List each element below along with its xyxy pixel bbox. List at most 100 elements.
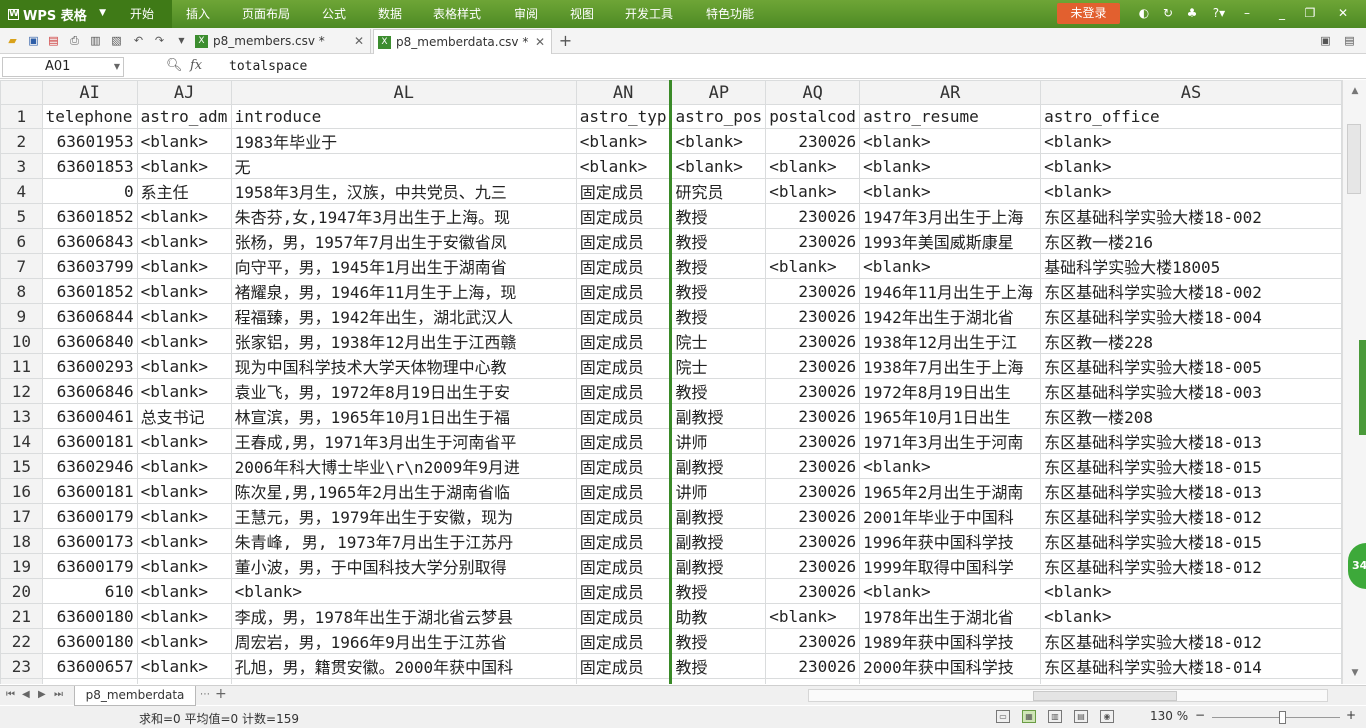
cell[interactable]: 63600173	[41, 528, 138, 554]
cell[interactable]: <blank>	[859, 578, 1042, 604]
cell[interactable]: 东区基础科学实验大楼18-012	[1040, 628, 1342, 654]
menu-insert[interactable]: 插入	[186, 0, 210, 28]
cell[interactable]: 副教授	[670, 503, 767, 529]
row-header[interactable]: 19	[0, 553, 43, 579]
cell[interactable]: astro_office	[1040, 104, 1342, 129]
cell[interactable]: 1938年12月出生于江	[859, 328, 1042, 354]
zoom-slider-knob[interactable]	[1279, 711, 1286, 724]
sync-icon[interactable]: ↻	[1161, 6, 1175, 20]
last-sheet-icon[interactable]: ⏭	[54, 689, 63, 700]
cell[interactable]: 230026	[765, 678, 861, 684]
cell[interactable]: 向守平，男，1945年1月出生于湖南省	[230, 253, 577, 279]
cell[interactable]: <blank>	[136, 553, 232, 579]
row-header[interactable]: 11	[0, 353, 43, 379]
cell[interactable]: 教授	[670, 378, 767, 404]
export-pdf-icon[interactable]: ▤	[46, 33, 61, 48]
column-header[interactable]: AR	[859, 80, 1042, 105]
cell[interactable]: 610	[41, 578, 138, 604]
print-icon[interactable]: ⎙	[67, 33, 82, 48]
row-header[interactable]: 9	[0, 303, 43, 329]
cell[interactable]: <blank>	[859, 128, 1042, 154]
cell[interactable]: 教授	[670, 628, 767, 654]
cell[interactable]: 固定成员	[575, 678, 673, 684]
cell[interactable]: 东区教一楼228	[1040, 328, 1342, 354]
row-header[interactable]: 24	[0, 678, 43, 684]
cell[interactable]: <blank>	[136, 353, 232, 379]
cell[interactable]: 东区基础科学实验大楼18-015	[1040, 453, 1342, 479]
cell[interactable]: 固定成员	[575, 453, 673, 479]
tab-scroll-icon[interactable]: ▤	[1342, 33, 1357, 48]
cell[interactable]: 林宣滨，男，1965年10月1日出生于福	[230, 403, 577, 429]
cell[interactable]: 无	[230, 153, 577, 179]
cell[interactable]: 2000年获中国科学技	[859, 653, 1042, 679]
more-sheets-icon[interactable]: ⋯	[200, 689, 210, 700]
cell[interactable]: 1965年2月出生于湖南	[859, 478, 1042, 504]
cell[interactable]: <blank>	[765, 253, 861, 279]
cell[interactable]: astro_typ	[575, 104, 673, 129]
cell[interactable]: 教授	[670, 228, 767, 254]
cell[interactable]: 固定成员	[575, 553, 673, 579]
reading-mode-icon[interactable]: ▤	[1074, 710, 1088, 723]
cell[interactable]: 教授	[670, 578, 767, 604]
cell[interactable]: <blank>	[136, 503, 232, 529]
cell[interactable]: <blank>	[670, 153, 767, 179]
undo-icon[interactable]: ↶	[131, 33, 146, 48]
row-header[interactable]: 4	[0, 178, 43, 204]
row-header[interactable]: 23	[0, 653, 43, 679]
row-header[interactable]: 7	[0, 253, 43, 279]
cell[interactable]: 固定成员	[575, 428, 673, 454]
cell[interactable]: 1942年出生于湖北省	[859, 303, 1042, 329]
row-header[interactable]: 12	[0, 378, 43, 404]
cell[interactable]: 230026	[765, 453, 861, 479]
cell[interactable]: 230026	[765, 353, 861, 379]
cell[interactable]: 张杨，男，1957年7月出生于安徽省凤	[230, 228, 577, 254]
cell[interactable]: 讲师	[670, 478, 767, 504]
cell[interactable]: 东区基础科学实验大楼18-015	[1040, 528, 1342, 554]
shirt-icon[interactable]: ♣	[1185, 6, 1199, 20]
cell[interactable]: <blank>	[1040, 153, 1342, 179]
restore-icon[interactable]: ❐	[1303, 6, 1317, 20]
cell[interactable]: 63603799	[41, 253, 138, 279]
menu-table-style[interactable]: 表格样式	[433, 0, 481, 28]
row-header[interactable]: 3	[0, 153, 43, 179]
row-header[interactable]: 22	[0, 628, 43, 654]
cell[interactable]: 1946年11月出生于上海	[859, 278, 1042, 304]
zoom-slider[interactable]	[1212, 717, 1340, 718]
cell[interactable]: 230026	[765, 428, 861, 454]
cell[interactable]: 230026	[765, 478, 861, 504]
cell[interactable]: 230026	[765, 128, 861, 154]
cell[interactable]: telephone	[41, 104, 138, 129]
cell[interactable]: <blank>	[136, 528, 232, 554]
cell[interactable]: 1978年出生于湖北省	[859, 603, 1042, 629]
cell[interactable]: 63602946	[41, 453, 138, 479]
sheet-tab[interactable]: p8_memberdata	[74, 686, 196, 706]
cell[interactable]: 63606840	[41, 328, 138, 354]
cell[interactable]: 总支书记	[136, 403, 232, 429]
cell[interactable]: 东区基础科学实验大楼18-012	[1040, 553, 1342, 579]
scroll-down-icon[interactable]: ▼	[1349, 668, 1361, 680]
cell[interactable]: 230026	[765, 228, 861, 254]
cell[interactable]: 朱杏芬,女,1947年3月出生于上海。现	[230, 203, 577, 229]
cell[interactable]: 固定成员	[575, 503, 673, 529]
cell[interactable]: 东区教一楼208	[1040, 403, 1342, 429]
prev-sheet-icon[interactable]: ◀	[22, 689, 30, 700]
cell[interactable]: 63600181	[41, 428, 138, 454]
cell[interactable]: 讲师	[670, 678, 767, 684]
cell[interactable]: 63600179	[41, 503, 138, 529]
redo-icon[interactable]: ↷	[152, 33, 167, 48]
login-button[interactable]: 未登录	[1057, 3, 1120, 24]
cell[interactable]: 1965年10月1日出生	[859, 403, 1042, 429]
save-icon[interactable]: ▣	[26, 33, 41, 48]
cell[interactable]: 230026	[765, 378, 861, 404]
page-layout-view-icon[interactable]: ▦	[1022, 710, 1036, 723]
skin-icon[interactable]: ◐	[1137, 6, 1151, 20]
cell[interactable]: 王春成,男，1971年3月出生于河南省平	[230, 428, 577, 454]
new-tab-icon[interactable]: +	[558, 33, 573, 49]
tab-list-icon[interactable]: ▣	[1318, 33, 1333, 48]
cell[interactable]: 63601852	[41, 203, 138, 229]
cell[interactable]: 固定成员	[575, 203, 673, 229]
cell[interactable]: 63606843	[41, 228, 138, 254]
cell[interactable]: 袁业飞，男，1972年8月19日出生于安	[230, 378, 577, 404]
cell[interactable]: 固定成员	[575, 178, 673, 204]
doc-tab-members[interactable]: X p8_members.csv * ✕	[191, 29, 371, 54]
